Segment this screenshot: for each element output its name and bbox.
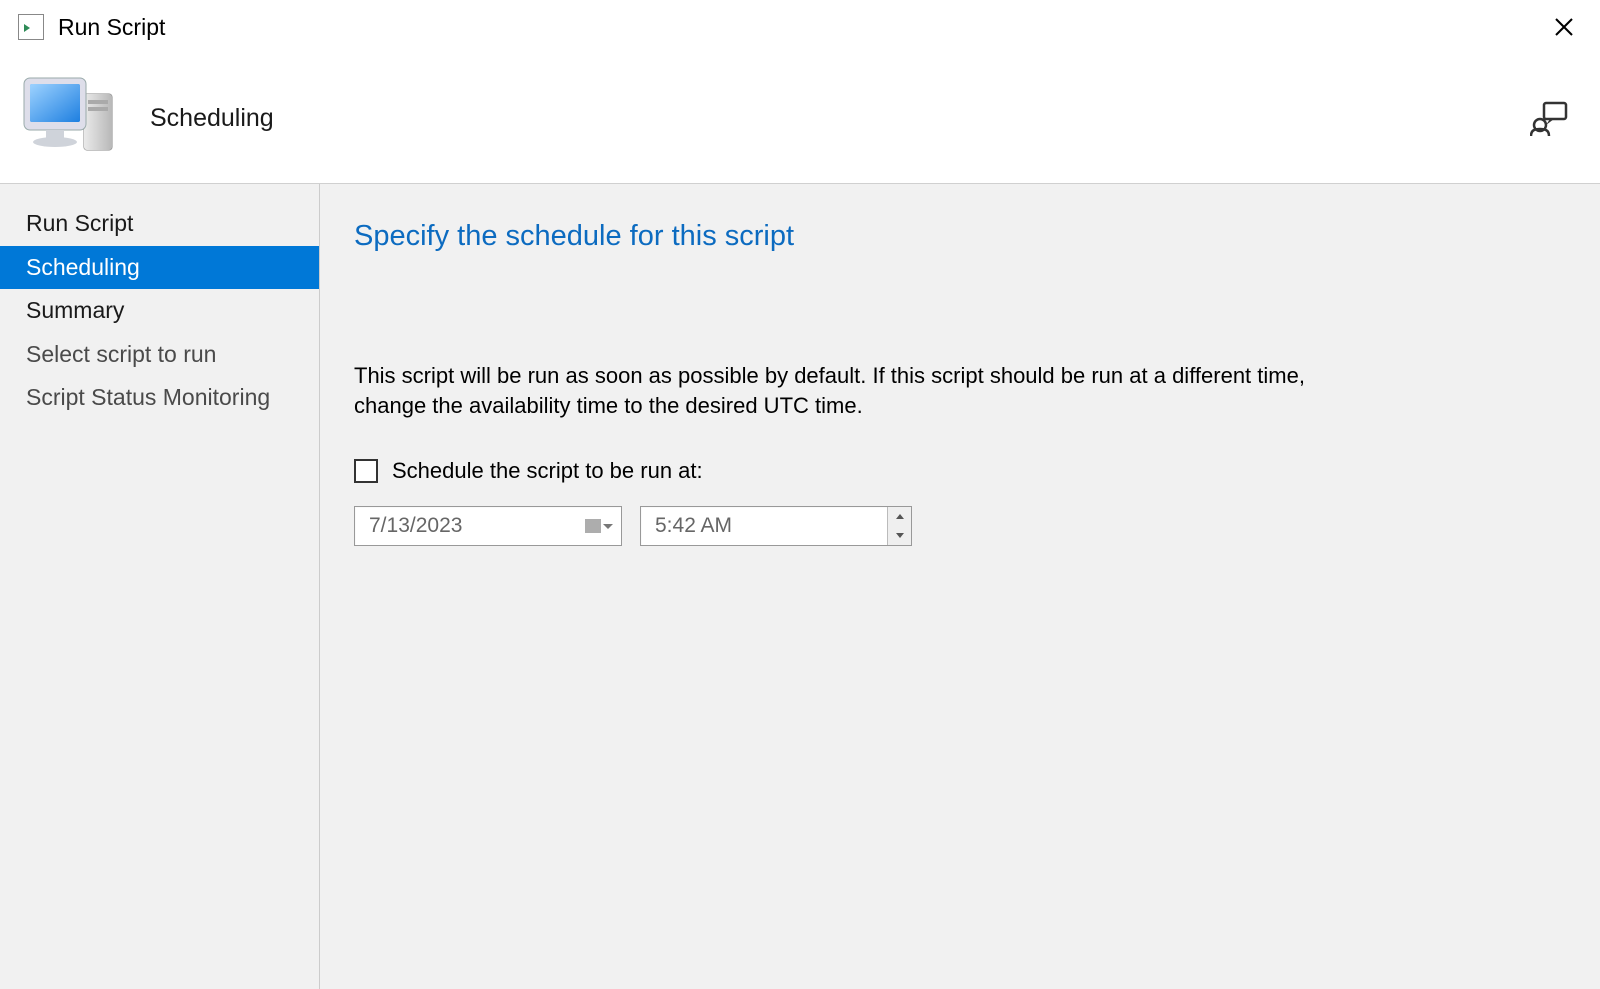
close-icon bbox=[1554, 17, 1574, 37]
date-value: 7/13/2023 bbox=[355, 514, 577, 538]
time-spin-up[interactable] bbox=[888, 507, 911, 526]
sidebar-item-summary[interactable]: Summary bbox=[0, 289, 319, 333]
schedule-checkbox[interactable] bbox=[354, 459, 378, 483]
content-heading: Specify the schedule for this script bbox=[354, 220, 1572, 253]
wizard-header: Scheduling bbox=[0, 54, 1600, 184]
datetime-picker-row: 7/13/2023 5:42 AM bbox=[354, 506, 1572, 546]
time-spin-down[interactable] bbox=[888, 526, 911, 545]
chevron-down-icon bbox=[603, 524, 613, 529]
sidebar-item-label: Summary bbox=[26, 297, 124, 323]
time-value: 5:42 AM bbox=[641, 514, 887, 538]
computer-icon bbox=[14, 74, 122, 164]
sidebar-item-run-script[interactable]: Run Script bbox=[0, 202, 319, 246]
calendar-icon bbox=[585, 519, 601, 533]
close-button[interactable] bbox=[1544, 7, 1584, 47]
wizard-body: Run Script Scheduling Summary Select scr… bbox=[0, 184, 1600, 989]
sidebar-item-label: Run Script bbox=[26, 210, 133, 236]
feedback-icon[interactable] bbox=[1530, 101, 1570, 137]
date-picker[interactable]: 7/13/2023 bbox=[354, 506, 622, 546]
sidebar-item-status-monitoring[interactable]: Script Status Monitoring bbox=[0, 376, 319, 420]
schedule-checkbox-row: Schedule the script to be run at: bbox=[354, 458, 1572, 484]
page-title: Scheduling bbox=[150, 104, 274, 133]
wizard-content: Specify the schedule for this script Thi… bbox=[320, 184, 1600, 989]
content-description: This script will be run as soon as possi… bbox=[354, 361, 1364, 420]
schedule-checkbox-label: Schedule the script to be run at: bbox=[392, 458, 703, 484]
wizard-sidebar: Run Script Scheduling Summary Select scr… bbox=[0, 184, 320, 989]
date-dropdown-button[interactable] bbox=[577, 507, 621, 545]
time-picker[interactable]: 5:42 AM bbox=[640, 506, 912, 546]
window-title: Run Script bbox=[58, 14, 165, 41]
sidebar-item-label: Script Status Monitoring bbox=[26, 384, 270, 410]
sidebar-item-select-script[interactable]: Select script to run bbox=[0, 333, 319, 377]
sidebar-item-label: Scheduling bbox=[26, 254, 140, 280]
time-spinner bbox=[887, 507, 911, 545]
titlebar: Run Script bbox=[0, 0, 1600, 54]
sidebar-item-scheduling[interactable]: Scheduling bbox=[0, 246, 319, 290]
sidebar-item-label: Select script to run bbox=[26, 341, 216, 367]
app-icon bbox=[18, 14, 44, 40]
